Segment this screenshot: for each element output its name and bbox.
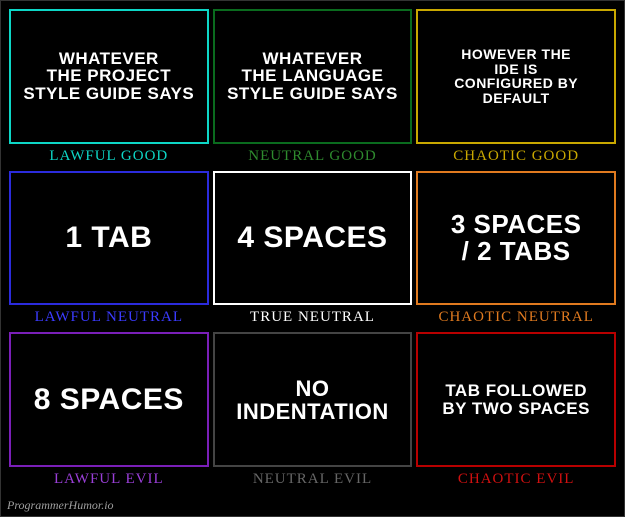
alignment-label: CHAOTIC EVIL [416, 467, 616, 490]
box: WHATEVER THE LANGUAGE STYLE GUIDE SAYS [213, 9, 413, 144]
cell-neutral-good: WHATEVER THE LANGUAGE STYLE GUIDE SAYS N… [213, 9, 413, 167]
cell-chaotic-evil: TAB FOLLOWED BY TWO SPACES CHAOTIC EVIL [416, 332, 616, 490]
content-text: 3 SPACES / 2 TABS [451, 211, 582, 266]
content-text: NO INDENTATION [236, 377, 389, 423]
box: NO INDENTATION [213, 332, 413, 467]
cell-lawful-evil: 8 SPACES LAWFUL EVIL [9, 332, 209, 490]
alignment-label: TRUE NEUTRAL [213, 305, 413, 328]
content-text: WHATEVER THE PROJECT STYLE GUIDE SAYS [23, 50, 194, 104]
alignment-label: LAWFUL GOOD [9, 144, 209, 167]
box: 3 SPACES / 2 TABS [416, 171, 616, 306]
cell-chaotic-neutral: 3 SPACES / 2 TABS CHAOTIC NEUTRAL [416, 171, 616, 329]
alignment-label: CHAOTIC NEUTRAL [416, 305, 616, 328]
box: 4 SPACES [213, 171, 413, 306]
content-text: 1 TAB [65, 222, 152, 254]
alignment-chart: WHATEVER THE PROJECT STYLE GUIDE SAYS LA… [0, 0, 625, 517]
cell-lawful-good: WHATEVER THE PROJECT STYLE GUIDE SAYS LA… [9, 9, 209, 167]
watermark: ProgrammerHumor.io [7, 498, 114, 513]
alignment-label: CHAOTIC GOOD [416, 144, 616, 167]
alignment-label: NEUTRAL GOOD [213, 144, 413, 167]
box: WHATEVER THE PROJECT STYLE GUIDE SAYS [9, 9, 209, 144]
alignment-label: LAWFUL NEUTRAL [9, 305, 209, 328]
box: 8 SPACES [9, 332, 209, 467]
cell-neutral-evil: NO INDENTATION NEUTRAL EVIL [213, 332, 413, 490]
content-text: 4 SPACES [237, 222, 387, 254]
cell-lawful-neutral: 1 TAB LAWFUL NEUTRAL [9, 171, 209, 329]
box: HOWEVER THE IDE IS CONFIGURED BY DEFAULT [416, 9, 616, 144]
content-text: WHATEVER THE LANGUAGE STYLE GUIDE SAYS [227, 50, 398, 104]
alignment-label: NEUTRAL EVIL [213, 467, 413, 490]
cell-true-neutral: 4 SPACES TRUE NEUTRAL [213, 171, 413, 329]
box: TAB FOLLOWED BY TWO SPACES [416, 332, 616, 467]
content-text: 8 SPACES [34, 384, 184, 416]
content-text: TAB FOLLOWED BY TWO SPACES [442, 382, 590, 418]
box: 1 TAB [9, 171, 209, 306]
content-text: HOWEVER THE IDE IS CONFIGURED BY DEFAULT [422, 47, 610, 106]
cell-chaotic-good: HOWEVER THE IDE IS CONFIGURED BY DEFAULT… [416, 9, 616, 167]
alignment-label: LAWFUL EVIL [9, 467, 209, 490]
grid: WHATEVER THE PROJECT STYLE GUIDE SAYS LA… [1, 1, 624, 498]
